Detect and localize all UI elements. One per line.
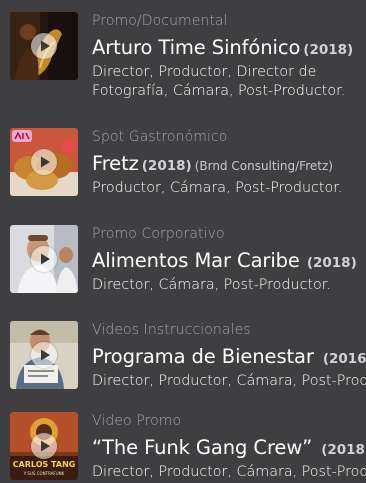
project-title-line: Alimentos Mar Caribe (2018) xyxy=(92,248,357,276)
project-category: Videos Instruccionales xyxy=(92,322,251,338)
project-text: Videos Instruccionales Programa de Biene… xyxy=(92,321,366,391)
play-button[interactable] xyxy=(31,433,57,459)
project-thumbnail[interactable] xyxy=(10,12,78,80)
project-thumbnail[interactable] xyxy=(10,225,78,293)
project-thumbnail[interactable]: CARLOS TANG Y SUS CONTRAFUNK xyxy=(10,412,78,480)
project-category: Spot Gastronómico xyxy=(92,129,228,145)
project-year: (2016-17) xyxy=(322,351,366,367)
project-roles: Director, Productor, Director de xyxy=(92,64,317,80)
project-title-line: “The Funk Gang Crew” (2018) xyxy=(92,435,366,463)
project-year: (2018) xyxy=(321,442,366,458)
project-item-fretz[interactable]: Spot Gastronómico Fretz (2018) (Brnd Consu… xyxy=(0,128,366,218)
project-thumbnail[interactable] xyxy=(10,128,78,196)
project-item-arturo-time[interactable]: Promo/Documental Arturo Time Sinfónico (2… xyxy=(0,12,366,102)
project-text: Promo/Documental Arturo Time Sinfónico (2… xyxy=(92,12,353,101)
project-title[interactable]: Alimentos Mar Caribe xyxy=(92,249,300,272)
project-roles-continued: Fotografía, Cámara, Post-Productor. xyxy=(92,83,346,99)
project-text: Spot Gastronómico Fretz (2018) (Brnd Consu… xyxy=(92,128,342,198)
poster-title-text: CARLOS TANG xyxy=(13,460,76,469)
project-title[interactable]: Arturo Time Sinfónico xyxy=(92,36,300,59)
project-category: Promo/Documental xyxy=(92,13,228,29)
project-roles: Director, Productor, Cámara, Post-Produc… xyxy=(92,373,366,389)
project-thumbnail[interactable] xyxy=(10,321,78,389)
project-title[interactable]: Programa de Bienestar xyxy=(92,345,314,368)
project-title[interactable]: “The Funk Gang Crew” xyxy=(92,436,312,459)
project-text: Promo Corporativo Alimentos Mar Caribe (2… xyxy=(92,225,357,295)
project-title-line: Arturo Time Sinfónico (2018) xyxy=(92,35,353,63)
project-roles: Productor, Cámara, Post-Productor. xyxy=(92,180,343,196)
play-button[interactable] xyxy=(31,33,57,59)
play-button[interactable] xyxy=(31,149,57,175)
project-item-funk-gang[interactable]: CARLOS TANG Y SUS CONTRAFUNK Video Promo… xyxy=(0,412,366,483)
project-item-bienestar[interactable]: Videos Instruccionales Programa de Biene… xyxy=(0,321,366,411)
project-roles: Director, Productor, Cámara, Post-Produc… xyxy=(92,464,366,480)
project-title-line: Programa de Bienestar (2016-17) xyxy=(92,344,366,372)
project-title-line: Fretz (2018) (Brnd Consulting/Fretz) xyxy=(92,151,342,179)
project-client: (Brnd Consulting/Fretz) xyxy=(194,159,333,173)
project-title[interactable]: Fretz xyxy=(92,152,139,175)
project-year: (2018) xyxy=(141,158,192,174)
play-icon xyxy=(41,40,50,52)
project-list: Promo/Documental Arturo Time Sinfónico (2… xyxy=(0,0,366,483)
project-item-mar-caribe[interactable]: Promo Corporativo Alimentos Mar Caribe (2… xyxy=(0,225,366,315)
play-icon xyxy=(41,253,50,265)
play-button[interactable] xyxy=(31,246,57,272)
project-text: Video Promo “The Funk Gang Crew” (2018) D… xyxy=(92,412,366,482)
poster-subtitle-text: Y SUS CONTRAFUNK xyxy=(23,471,65,476)
project-year: (2018) xyxy=(303,42,354,58)
project-year: (2018) xyxy=(306,255,357,271)
project-roles: Director, Cámara, Post-Productor. xyxy=(92,277,331,293)
project-category: Video Promo xyxy=(92,413,182,429)
play-icon xyxy=(41,156,50,168)
project-category: Promo Corporativo xyxy=(92,226,225,242)
play-button[interactable] xyxy=(31,342,57,368)
play-icon xyxy=(41,440,50,452)
play-icon xyxy=(41,349,50,361)
